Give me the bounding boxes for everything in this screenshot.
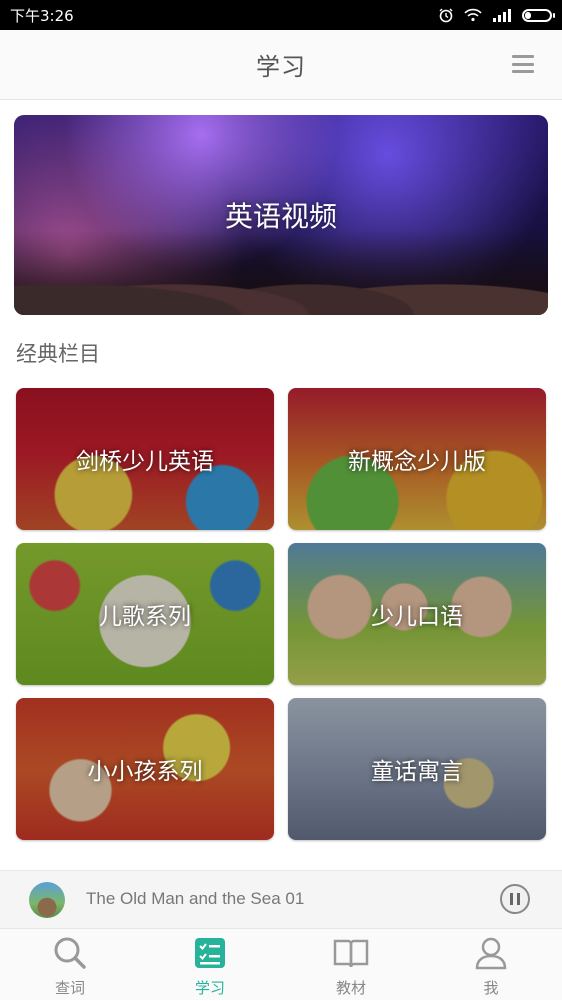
status-time: 下午3:26 bbox=[10, 6, 74, 25]
status-icons bbox=[438, 7, 555, 23]
book-icon bbox=[333, 935, 369, 971]
tab-label: 查词 bbox=[54, 979, 85, 997]
track-title: The Old Man and the Sea 01 bbox=[86, 889, 305, 908]
tile-label: 新概念少儿版 bbox=[348, 449, 486, 475]
banner-label: 英语视频 bbox=[224, 200, 337, 233]
tab-study[interactable]: 学习 bbox=[140, 929, 280, 1001]
tile-label: 儿歌系列 bbox=[99, 604, 191, 630]
tile-label: 小小孩系列 bbox=[87, 759, 203, 785]
search-icon bbox=[52, 935, 88, 971]
tile-nursery-rhymes[interactable]: 儿歌系列 bbox=[16, 543, 274, 685]
bottom-tab-bar: 查词 学习 教材 我 bbox=[0, 928, 562, 1000]
tile-little-kids-series[interactable]: 小小孩系列 bbox=[16, 698, 274, 840]
tab-label: 学习 bbox=[194, 979, 225, 997]
tile-label: 少儿口语 bbox=[371, 604, 463, 630]
signal-icon bbox=[492, 8, 512, 22]
track-cover bbox=[29, 882, 65, 918]
tab-label: 教材 bbox=[335, 979, 366, 997]
section-title: 经典栏目 bbox=[16, 342, 100, 366]
battery-icon bbox=[522, 8, 555, 22]
tile-label: 童话寓言 bbox=[371, 759, 463, 785]
menu-icon[interactable] bbox=[512, 55, 534, 73]
app-header: 学习 bbox=[0, 30, 562, 100]
tab-label: 我 bbox=[483, 979, 499, 997]
tile-new-concept-kids[interactable]: 新概念少儿版 bbox=[288, 388, 546, 530]
video-banner[interactable]: 英语视频 bbox=[14, 115, 548, 315]
wifi-icon bbox=[464, 8, 482, 22]
tile-fairy-tales[interactable]: 童话寓言 bbox=[288, 698, 546, 840]
alarm-icon bbox=[438, 7, 454, 23]
tile-label: 剑桥少儿英语 bbox=[76, 449, 214, 475]
tab-textbook[interactable]: 教材 bbox=[281, 929, 421, 1001]
tab-me[interactable]: 我 bbox=[421, 929, 561, 1001]
study-icon bbox=[192, 935, 228, 971]
pause-button[interactable] bbox=[500, 884, 530, 914]
tile-cambridge-kids-english[interactable]: 剑桥少儿英语 bbox=[16, 388, 274, 530]
tab-search[interactable]: 查词 bbox=[0, 929, 140, 1001]
page-title: 学习 bbox=[256, 53, 306, 81]
tile-kids-speaking[interactable]: 少儿口语 bbox=[288, 543, 546, 685]
status-bar: 下午3:26 bbox=[0, 0, 562, 30]
mini-player[interactable]: The Old Man and the Sea 01 bbox=[0, 870, 562, 928]
person-icon bbox=[473, 935, 509, 971]
